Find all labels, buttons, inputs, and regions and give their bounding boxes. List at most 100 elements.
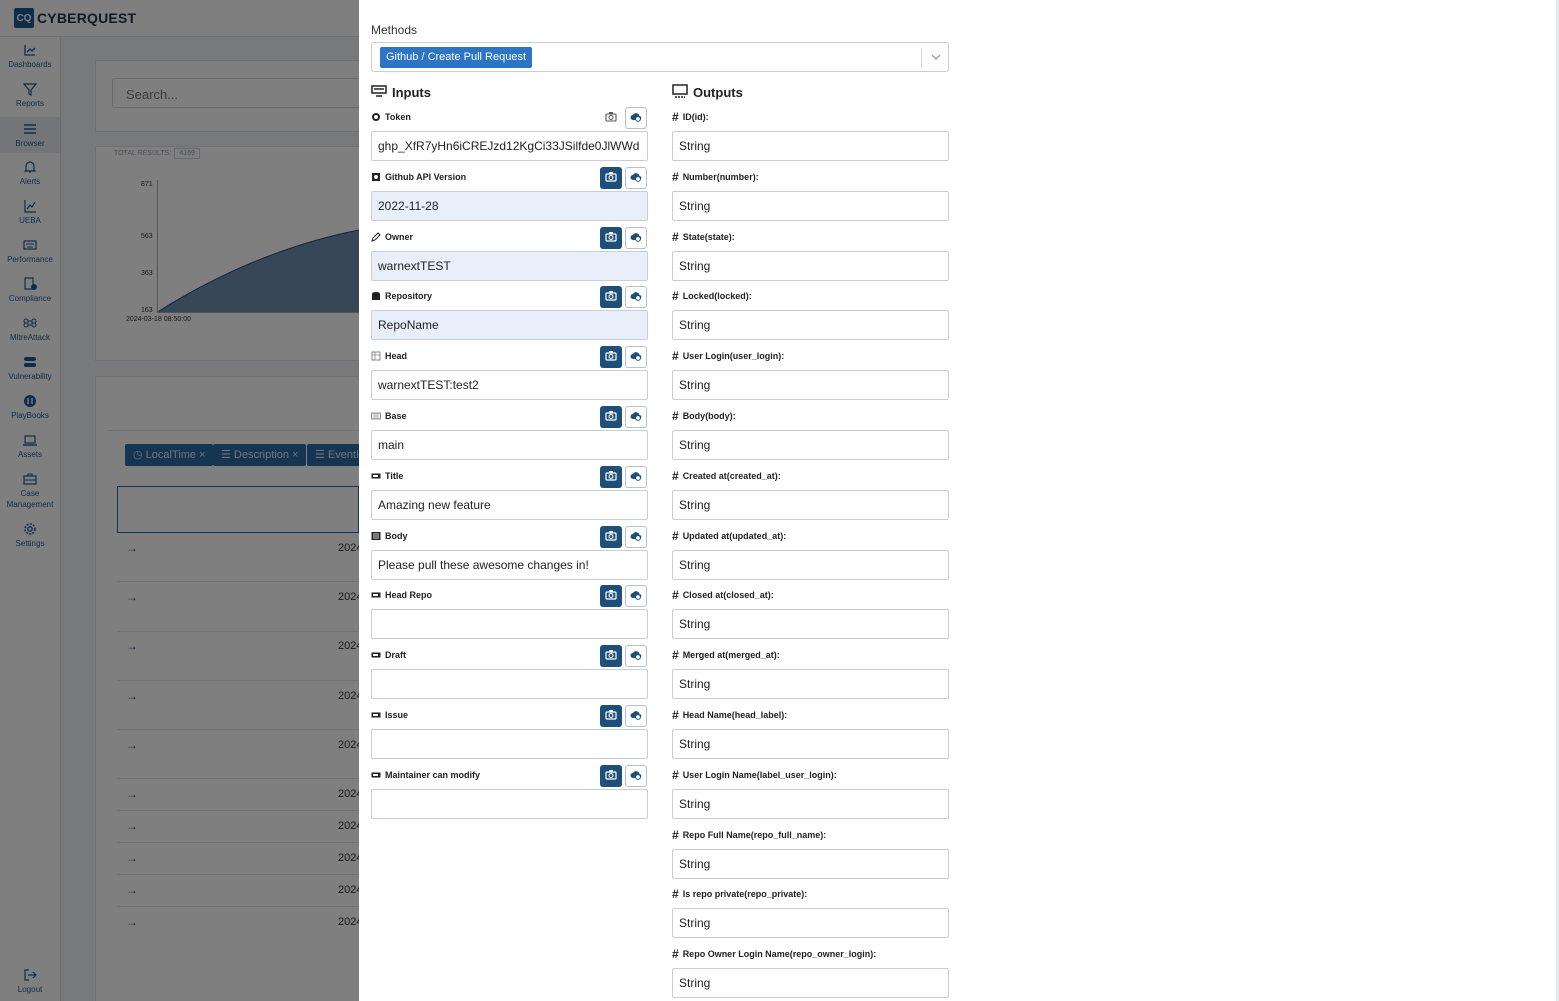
variable-button[interactable] <box>625 406 647 428</box>
grid-icon <box>371 411 381 421</box>
variable-button[interactable] <box>625 167 647 189</box>
output-created-at-field[interactable]: String <box>672 490 949 520</box>
hash-icon: # <box>672 349 679 363</box>
snapshot-button[interactable] <box>600 466 622 488</box>
output-updated-at-field[interactable]: String <box>672 550 949 580</box>
snapshot-button[interactable] <box>600 286 622 308</box>
output-id-field[interactable]: String <box>672 131 949 161</box>
github-api-version-input[interactable]: 2022-11-28 <box>371 191 648 221</box>
camera-icon <box>605 109 617 127</box>
hash-icon: # <box>672 170 679 184</box>
owner-input[interactable]: warnextTEST <box>371 251 648 281</box>
output-state-label: # State(state): <box>672 230 735 244</box>
head-repo-label: Head Repo <box>371 590 432 600</box>
variable-button[interactable] <box>625 526 647 548</box>
body-input[interactable]: Please pull these awesome changes in! <box>371 550 648 580</box>
head-repo-input[interactable] <box>371 609 648 639</box>
methods-label: Methods <box>371 23 418 37</box>
head-label: Head <box>371 351 407 361</box>
output-is-repo-private-label: # Is repo private(repo_private): <box>672 887 808 901</box>
camera-icon <box>605 348 617 366</box>
head-input[interactable]: warnextTEST:test2 <box>371 370 648 400</box>
output-number-label: # Number(number): <box>672 170 759 184</box>
output-repo-owner-login-name-label: # Repo Owner Login Name(repo_owner_login… <box>672 947 877 961</box>
output-body-field[interactable]: String <box>672 430 949 460</box>
chevron-down-icon[interactable] <box>929 50 943 64</box>
repository-input[interactable]: RepoName <box>371 310 648 340</box>
hash-icon: # <box>672 887 679 901</box>
owner-label: Owner <box>371 232 413 242</box>
body-label: Body <box>371 531 408 541</box>
snapshot-button[interactable] <box>600 107 622 129</box>
token-input[interactable]: ghp_XfR7yHn6iCREJzd12KgCi33JSilfde0JlWWd <box>371 131 648 161</box>
hash-icon: # <box>672 110 679 124</box>
draft-input[interactable] <box>371 669 648 699</box>
variable-button[interactable] <box>625 585 647 607</box>
hash-icon: # <box>672 708 679 722</box>
cloud-icon <box>630 169 642 187</box>
text-icon <box>371 590 381 600</box>
title-input[interactable]: Amazing new feature <box>371 490 648 520</box>
database-icon <box>371 291 381 301</box>
hash-icon: # <box>672 947 679 961</box>
variable-button[interactable] <box>625 286 647 308</box>
output-merged-at-field[interactable]: String <box>672 669 949 699</box>
variable-button[interactable] <box>625 107 647 129</box>
variable-button[interactable] <box>625 705 647 727</box>
snapshot-button[interactable] <box>600 406 622 428</box>
output-locked-field[interactable]: String <box>672 310 949 340</box>
cloud-icon <box>630 109 642 127</box>
snapshot-button[interactable] <box>600 645 622 667</box>
output-is-repo-private-field[interactable]: String <box>672 908 949 938</box>
selected-method-chip[interactable]: Github / Create Pull Request <box>380 47 533 68</box>
keyboard-icon <box>371 84 392 101</box>
base-input[interactable]: main <box>371 430 648 460</box>
camera-icon <box>605 288 617 306</box>
snapshot-button[interactable] <box>600 765 622 787</box>
output-number-field[interactable]: String <box>672 191 949 221</box>
hash-icon: # <box>672 230 679 244</box>
output-merged-at-label: # Merged at(merged_at): <box>672 648 780 662</box>
snapshot-button[interactable] <box>600 346 622 368</box>
repository-label: Repository <box>371 291 432 301</box>
output-user-login-name-field[interactable]: String <box>672 789 949 819</box>
snapshot-button[interactable] <box>600 705 622 727</box>
camera-icon <box>605 229 617 247</box>
variable-button[interactable] <box>625 765 647 787</box>
output-closed-at-field[interactable]: String <box>672 609 949 639</box>
camera-icon <box>605 647 617 665</box>
cloud-icon <box>630 647 642 665</box>
columns-icon <box>371 531 381 541</box>
issue-input[interactable] <box>371 729 648 759</box>
output-repo-full-name-label: # Repo Full Name(repo_full_name): <box>672 828 827 842</box>
output-user-login-field[interactable]: String <box>672 370 949 400</box>
variable-button[interactable] <box>625 346 647 368</box>
output-head-name-field[interactable]: String <box>672 729 949 759</box>
version-icon <box>371 172 381 182</box>
github-api-version-label: Github API Version <box>371 172 466 182</box>
snapshot-button[interactable] <box>600 526 622 548</box>
snapshot-button[interactable] <box>600 167 622 189</box>
cloud-icon <box>630 528 642 546</box>
select-separator <box>921 48 922 68</box>
camera-icon <box>605 767 617 785</box>
output-state-field[interactable]: String <box>672 251 949 281</box>
playbook-action-panel: Methods Github / Create Pull Request Inp… <box>359 0 1559 1001</box>
maintainer-can-modify-input[interactable] <box>371 789 648 819</box>
hash-icon: # <box>672 289 679 303</box>
table-icon <box>371 351 381 361</box>
variable-button[interactable] <box>625 227 647 249</box>
text-icon <box>371 770 381 780</box>
output-repo-full-name-field[interactable]: String <box>672 849 949 879</box>
snapshot-button[interactable] <box>600 227 622 249</box>
snapshot-button[interactable] <box>600 585 622 607</box>
output-closed-at-label: # Closed at(closed_at): <box>672 588 774 602</box>
variable-button[interactable] <box>625 466 647 488</box>
output-head-name-label: # Head Name(head_label): <box>672 708 788 722</box>
cloud-icon <box>630 229 642 247</box>
output-repo-owner-login-name-field[interactable]: String <box>672 968 949 998</box>
outputs-heading: Outputs <box>672 84 743 101</box>
variable-button[interactable] <box>625 645 647 667</box>
methods-select[interactable]: Github / Create Pull Request <box>371 42 949 72</box>
cloud-icon <box>630 767 642 785</box>
